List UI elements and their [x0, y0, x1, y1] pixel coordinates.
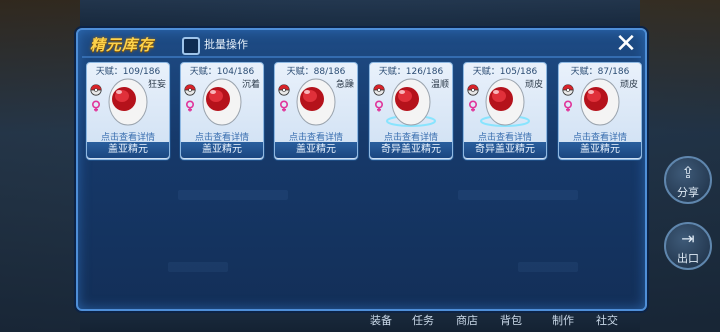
essence-name: 奇异盖亚精元 — [370, 142, 452, 158]
essence-name: 盖亚精元 — [559, 142, 641, 158]
close-icon: ✕ — [615, 29, 637, 59]
essence-name: 盖亚精元 — [87, 142, 169, 158]
female-gender-icon — [467, 97, 479, 112]
title-divider — [82, 56, 641, 58]
share-label: 分享 — [677, 186, 699, 199]
female-gender-icon — [373, 97, 385, 112]
empty-slot-hint — [178, 190, 288, 200]
close-button[interactable]: ✕ — [613, 29, 639, 59]
dialog-title: 精元库存 — [90, 36, 155, 54]
essence-egg-icon — [197, 75, 247, 127]
female-gender-icon — [278, 97, 290, 112]
essence-name: 盖亚精元 — [181, 142, 263, 158]
essence-card[interactable]: 天赋：104/186 沉着 点击查看详情 盖亚精元 — [180, 62, 264, 160]
essence-egg-icon — [291, 75, 341, 127]
batch-operation-label[interactable]: 批量操作 — [204, 36, 248, 52]
essence-egg-icon — [103, 75, 153, 127]
female-gender-icon — [90, 97, 102, 112]
empty-slot-hint — [168, 262, 228, 272]
empty-slot-hint — [518, 262, 578, 272]
bottom-tab-craft[interactable]: 制作 — [552, 312, 574, 328]
essence-card-grid: 天赋：109/186 狂妄 点击查看详情 盖亚精元 天赋：104/186 沉着 … — [82, 62, 642, 162]
essence-name: 盖亚精元 — [275, 142, 357, 158]
female-gender-icon — [562, 97, 574, 112]
essence-egg-icon — [386, 75, 436, 127]
essence-card[interactable]: 天赋：88/186 急躁 点击查看详情 盖亚精元 — [274, 62, 358, 160]
essence-egg-icon — [575, 75, 625, 127]
exit-button[interactable]: ⇥ 出口 — [664, 222, 712, 270]
background-left-panel — [0, 0, 80, 332]
female-gender-icon — [184, 97, 196, 112]
bottom-tab-shop[interactable]: 商店 — [456, 312, 478, 328]
exit-icon: ⇥ — [681, 229, 695, 248]
bottom-tab-task[interactable]: 任务 — [412, 312, 434, 328]
pokeball-icon — [90, 81, 102, 96]
empty-slot-hint — [458, 190, 578, 200]
batch-operation-checkbox[interactable] — [182, 37, 200, 55]
essence-inventory-dialog: 精元库存 批量操作 ✕ 天赋：109/186 狂妄 点击查看详情 盖亚精元 天赋… — [76, 28, 647, 311]
essence-card[interactable]: 天赋：87/186 顽皮 点击查看详情 盖亚精元 — [558, 62, 642, 160]
pokeball-icon — [184, 81, 196, 96]
essence-card[interactable]: 天赋：109/186 狂妄 点击查看详情 盖亚精元 — [86, 62, 170, 160]
share-icon: ⇪ — [681, 163, 695, 182]
essence-name: 奇异盖亚精元 — [464, 142, 546, 158]
pokeball-icon — [562, 81, 574, 96]
pokeball-icon — [467, 81, 479, 96]
pokeball-icon — [373, 81, 385, 96]
pokeball-icon — [278, 81, 290, 96]
bottom-tab-social[interactable]: 社交 — [596, 312, 618, 328]
bottom-tab-equip[interactable]: 装备 — [370, 312, 392, 328]
background-top-bar — [80, 0, 640, 30]
essence-egg-icon — [480, 75, 530, 127]
essence-card[interactable]: 天赋：126/186 温顺 点击查看详情 奇异盖亚精元 — [369, 62, 453, 160]
share-button[interactable]: ⇪ 分享 — [664, 156, 712, 204]
exit-label: 出口 — [677, 252, 699, 265]
essence-card[interactable]: 天赋：105/186 顽皮 点击查看详情 奇异盖亚精元 — [463, 62, 547, 160]
bottom-tab-bag[interactable]: 背包 — [500, 312, 522, 328]
